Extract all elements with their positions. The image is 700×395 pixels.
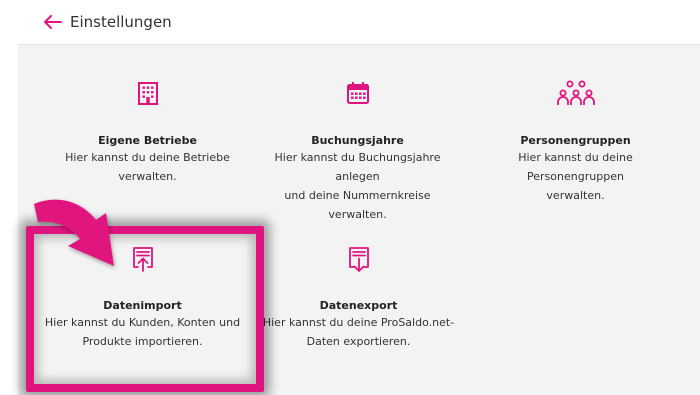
tile-eigene-betriebe[interactable]: Eigene Betriebe Hier kannst du deine Bet… [45, 80, 250, 186]
back-button[interactable]: Einstellungen [44, 10, 172, 34]
tile-title: Buchungsjahre [311, 134, 404, 147]
calendar-icon [346, 82, 369, 104]
tile-description-line1: Hier kannst du deine Personengruppen [518, 151, 633, 183]
people-group-icon [556, 80, 595, 105]
tile-title: Datenexport [319, 299, 398, 312]
tile-description-line1: Hier kannst du Buchungsjahre anlegen [274, 151, 441, 183]
tile-description-line2: verwalten. [118, 170, 177, 183]
tile-title: Eigene Betriebe [98, 134, 197, 147]
tile-description-line1: Hier kannst du deine ProSaldo.net- [262, 316, 455, 329]
settings-header: Einstellungen [18, 0, 700, 45]
building-icon [137, 82, 158, 105]
back-arrow-icon [44, 15, 62, 29]
tile-description-line2: und deine Nummernkreise verwalten. [284, 189, 431, 221]
tile-buchungsjahre[interactable]: Buchungsjahre Hier kannst du Buchungsjah… [255, 80, 460, 224]
tile-title: Personengruppen [520, 134, 631, 147]
tile-datenexport[interactable]: Datenexport Hier kannst du deine ProSald… [256, 245, 461, 351]
pointer-arrow-icon [34, 199, 114, 266]
tile-description-line2: verwalten. [546, 189, 605, 202]
tile-description-line1: Hier kannst du deine Betriebe [65, 151, 230, 164]
export-icon [348, 247, 369, 272]
tile-description-line2: Daten exportieren. [306, 335, 411, 348]
tile-personengruppen[interactable]: Personengruppen Hier kannst du deine Per… [473, 80, 678, 205]
back-label: Einstellungen [70, 13, 172, 31]
